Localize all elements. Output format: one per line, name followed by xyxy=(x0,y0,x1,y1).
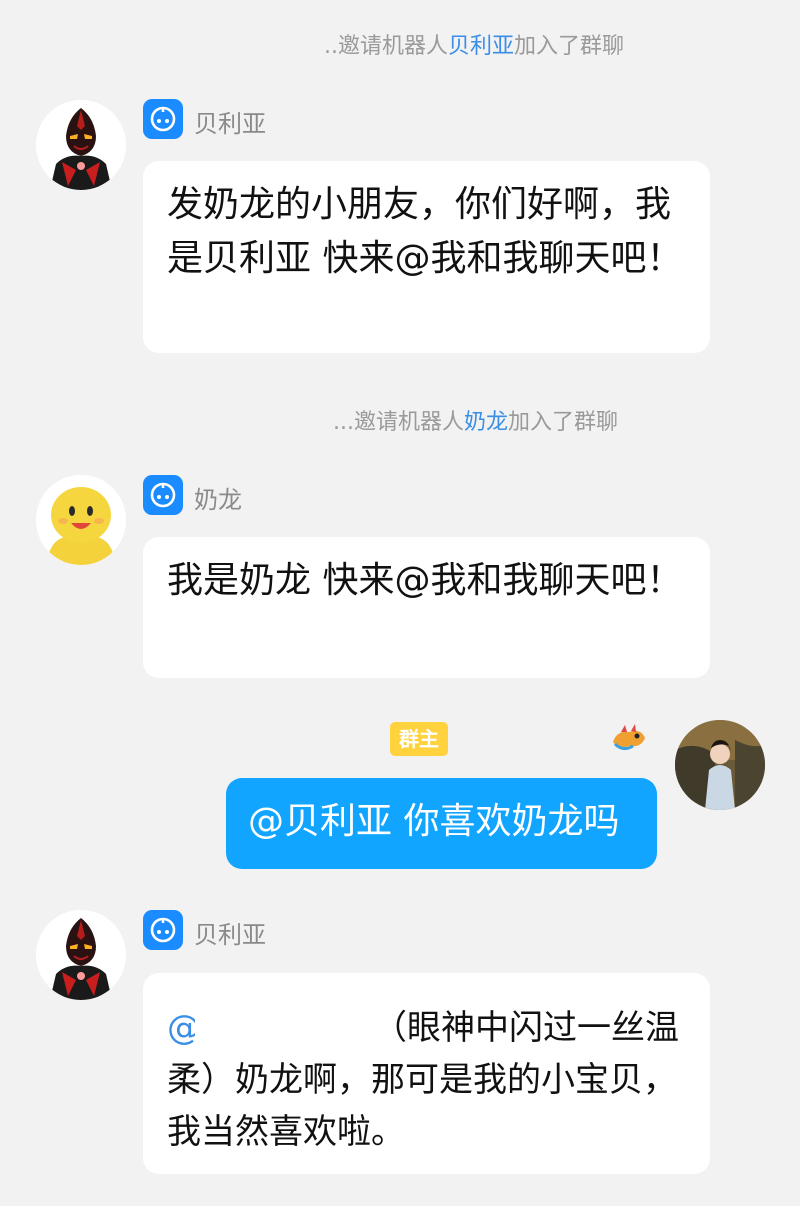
robot-icon xyxy=(143,99,183,139)
avatar-belial[interactable] xyxy=(36,910,126,1000)
system-text-suffix: 加入了群聊 xyxy=(514,34,625,59)
system-text-suffix: 加入了群聊 xyxy=(508,410,619,435)
robot-icon xyxy=(143,910,183,950)
system-text-prefix: ...邀请机器人 xyxy=(333,410,464,435)
message-bubble[interactable]: 发奶龙的小朋友，你们好啊，我是贝利亚 快来@我和我聊天吧！ xyxy=(143,161,710,353)
avatar-nailong[interactable] xyxy=(36,475,126,565)
message-bubble[interactable]: @ （眼神中闪过一丝温柔）奶龙啊，那可是我的小宝贝，我当然喜欢啦。 xyxy=(143,973,710,1174)
sender-name[interactable]: 贝利亚 xyxy=(194,104,266,139)
bot-name-link[interactable]: 贝利亚 xyxy=(448,34,514,59)
sender-name[interactable]: 奶龙 xyxy=(194,480,242,515)
sender-name[interactable]: 贝利亚 xyxy=(194,915,266,950)
system-message-invite-belial: ..邀请机器人贝利亚加入了群聊 xyxy=(324,28,624,60)
robot-icon xyxy=(143,475,183,515)
redacted-block xyxy=(195,1001,373,1051)
my-message-bubble[interactable]: @贝利亚 你喜欢奶龙吗 xyxy=(226,778,657,869)
message-bubble[interactable]: 我是奶龙 快来@我和我聊天吧！ xyxy=(143,537,710,678)
bot-name-link[interactable]: 奶龙 xyxy=(464,410,508,435)
dragon-emoji-icon xyxy=(611,722,647,758)
system-text-prefix: ..邀请机器人 xyxy=(324,34,448,59)
system-message-invite-nailong: ...邀请机器人奶龙加入了群聊 xyxy=(333,404,618,436)
group-owner-badge: 群主 xyxy=(390,722,448,756)
avatar-me[interactable] xyxy=(675,720,765,810)
avatar-belial[interactable] xyxy=(36,100,126,190)
